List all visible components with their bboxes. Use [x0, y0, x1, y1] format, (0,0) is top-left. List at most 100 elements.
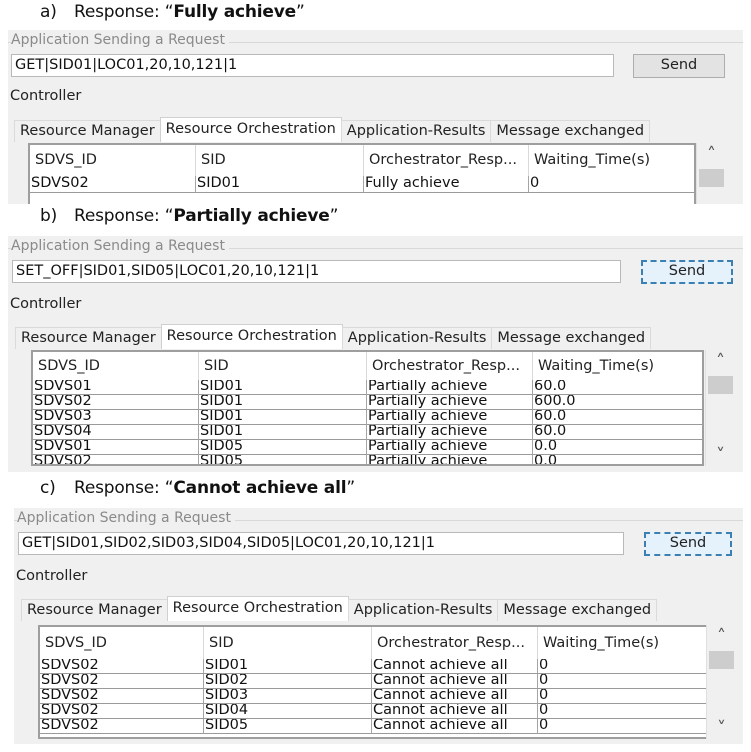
table-row[interactable]: SDVS02 SID01 Cannot achieve all 0: [40, 659, 708, 674]
column-header[interactable]: Orchestrator_Resp...: [364, 145, 529, 176]
vertical-scrollbar[interactable]: ˄ ˅: [705, 350, 735, 466]
table-cell: 60.0: [533, 380, 702, 395]
table-cell: SID01: [199, 380, 367, 395]
table-cell: SID01: [204, 659, 372, 674]
column-header[interactable]: SID: [204, 627, 372, 659]
controller-label: Controller: [16, 568, 88, 584]
results-table: SDVS_ID SID Orchestrator_Resp... Waiting_Ti…: [38, 625, 710, 739]
send-button[interactable]: Send: [641, 260, 733, 284]
results-table: SDVS_ID SID Orchestrator_Resp... Waiting_Ti…: [31, 350, 704, 466]
caption-suffix: ”: [346, 478, 355, 498]
column-header[interactable]: SDVS_ID: [40, 627, 204, 659]
chevron-down-icon[interactable]: ˅: [707, 719, 736, 739]
table-cell: SID01: [199, 425, 367, 440]
tab-resource-manager[interactable]: Resource Manager: [14, 120, 161, 142]
chevron-down-icon[interactable]: ˅: [706, 446, 735, 466]
chevron-up-icon[interactable]: ˄: [697, 145, 726, 165]
table-cell: SDVS03: [33, 410, 199, 425]
app-window-panel: Application Sending a Request GET|SID01|L…: [8, 30, 743, 204]
table-cell: Partially achieve: [367, 410, 533, 425]
vertical-scrollbar[interactable]: ˄ ˅: [706, 625, 736, 739]
tab-resource-manager[interactable]: Resource Manager: [15, 327, 162, 349]
table-cell: 60.0: [533, 425, 702, 440]
table-row[interactable]: SDVS02 SID02 Cannot achieve all 0: [40, 674, 708, 689]
table-row[interactable]: SDVS01 SID01 Partially achieve 60.0: [33, 380, 702, 395]
table-cell: Cannot achieve all: [372, 704, 538, 719]
tab-resource-orchestration[interactable]: Resource Orchestration: [166, 596, 349, 621]
table-row[interactable]: SDVS04 SID01 Partially achieve 60.0: [33, 425, 702, 440]
caption-label: c): [40, 478, 56, 498]
table-cell: 0.0: [533, 455, 702, 464]
tab-resource-orchestration[interactable]: Resource Orchestration: [159, 117, 342, 142]
app-window-panel: Application Sending a Request SET_OFF|SID…: [8, 236, 743, 472]
caption-prefix: Response: “: [74, 478, 174, 498]
vertical-scrollbar[interactable]: ˄: [696, 143, 726, 204]
table-cell: SID03: [204, 689, 372, 704]
column-header[interactable]: SDVS_ID: [30, 145, 196, 176]
tab-application-results[interactable]: Application-Results: [340, 120, 492, 142]
table-cell: SDVS02: [33, 395, 199, 410]
table-cell: 60.0: [533, 410, 702, 425]
table-cell: SID01: [196, 176, 364, 193]
request-input[interactable]: GET|SID01|LOC01,20,10,121|1: [11, 54, 614, 77]
column-header[interactable]: Waiting_Time(s): [529, 145, 694, 176]
table-cell: 0: [538, 659, 708, 674]
table-cell: SDVS02: [33, 455, 199, 464]
table-cell: Fully achieve: [364, 176, 529, 193]
table-cell: SID04: [204, 704, 372, 719]
column-header[interactable]: SID: [199, 352, 367, 380]
table-cell: SDVS02: [40, 719, 204, 734]
tab-message-exchanged[interactable]: Message exchanged: [497, 599, 658, 621]
results-table: SDVS_ID SID Orchestrator_Resp... Waiting_Ti…: [28, 143, 696, 204]
table-row[interactable]: SDVS02 SID05 Partially achieve 0.0: [33, 455, 702, 464]
table-cell: SDVS02: [40, 689, 204, 704]
chevron-up-icon[interactable]: ˄: [706, 352, 735, 372]
panel-caption: b) Response: “Partially achieve”: [40, 206, 338, 226]
tab-message-exchanged[interactable]: Message exchanged: [491, 327, 652, 349]
chevron-up-icon[interactable]: ˄: [707, 627, 736, 647]
caption-response: Fully achieve: [173, 2, 296, 22]
table-row[interactable]: SDVS03 SID01 Partially achieve 60.0: [33, 410, 702, 425]
table-cell: SDVS02: [40, 659, 204, 674]
column-header[interactable]: Waiting_Time(s): [538, 627, 708, 659]
tab-application-results[interactable]: Application-Results: [341, 327, 493, 349]
table-cell: 0: [538, 719, 708, 734]
table-row[interactable]: SDVS02 SID05 Cannot achieve all 0: [40, 719, 708, 734]
group-title: Application Sending a Request: [17, 510, 235, 526]
tab-application-results[interactable]: Application-Results: [347, 599, 499, 621]
column-header[interactable]: SDVS_ID: [33, 352, 199, 380]
tab-bar: Resource Manager Resource Orchestration Ap…: [21, 596, 658, 621]
table-row[interactable]: SDVS01 SID05 Partially achieve 0.0: [33, 440, 702, 455]
panel-caption: c) Response: “Cannot achieve all”: [40, 478, 355, 498]
column-header[interactable]: Waiting_Time(s): [533, 352, 702, 380]
table-cell: Partially achieve: [367, 455, 533, 464]
caption-prefix: Response: “: [74, 206, 174, 226]
column-header[interactable]: Orchestrator_Resp...: [367, 352, 533, 380]
scrollbar-thumb[interactable]: [699, 169, 724, 187]
table-row[interactable]: SDVS02 SID04 Cannot achieve all 0: [40, 704, 708, 719]
column-header[interactable]: Orchestrator_Resp...: [372, 627, 538, 659]
caption-label: b): [40, 206, 58, 226]
table-row[interactable]: SDVS02 SID01 Fully achieve 0: [30, 176, 694, 193]
send-button[interactable]: Send: [633, 54, 725, 78]
send-button[interactable]: Send: [644, 532, 732, 556]
request-input[interactable]: SET_OFF|SID01,SID05|LOC01,20,10,121|1: [12, 260, 621, 283]
scrollbar-thumb[interactable]: [708, 376, 733, 394]
tab-resource-manager[interactable]: Resource Manager: [21, 599, 168, 621]
tab-bar: Resource Manager Resource Orchestration Ap…: [14, 117, 651, 142]
table-cell: SID01: [199, 395, 367, 410]
table-cell: 0: [529, 176, 694, 193]
tab-message-exchanged[interactable]: Message exchanged: [490, 120, 651, 142]
column-header[interactable]: SID: [196, 145, 364, 176]
table-row[interactable]: SDVS02 SID03 Cannot achieve all 0: [40, 689, 708, 704]
caption-suffix: ”: [329, 206, 339, 226]
table-header: SDVS_ID SID Orchestrator_Resp... Waiting_Ti…: [30, 145, 694, 176]
request-input[interactable]: GET|SID01,SID02,SID03,SID04,SID05|LOC01,…: [18, 532, 624, 555]
table-row[interactable]: SDVS02 SID01 Partially achieve 600.0: [33, 395, 702, 410]
table-cell: SID05: [199, 455, 367, 464]
table-cell: Partially achieve: [367, 425, 533, 440]
scrollbar-thumb[interactable]: [709, 651, 734, 669]
table-cell: SDVS02: [40, 704, 204, 719]
table-cell: Cannot achieve all: [372, 674, 538, 689]
tab-resource-orchestration[interactable]: Resource Orchestration: [160, 324, 343, 349]
